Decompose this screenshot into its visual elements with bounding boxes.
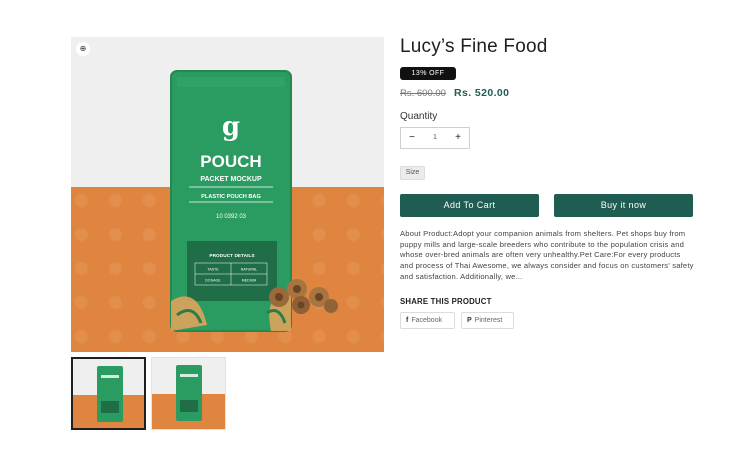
pouch-details-r2c2: MEDIUM xyxy=(242,279,257,283)
add-to-cart-button[interactable]: Add To Cart xyxy=(400,194,539,217)
thumbnail-strip xyxy=(71,357,226,430)
pouch-details-r1c1: TASTE xyxy=(207,268,219,272)
share-pinterest-button[interactable]: P Pinterest xyxy=(461,312,514,329)
sale-price: Rs. 520.00 xyxy=(454,87,510,99)
discount-badge: 13% OFF xyxy=(400,67,456,80)
quantity-stepper: − 1 + xyxy=(400,127,470,149)
quantity-decrease-button[interactable]: − xyxy=(401,128,423,148)
quantity-input[interactable]: 1 xyxy=(423,128,447,148)
pouch-code: 10 0392 03 xyxy=(216,214,247,220)
product-title: Lucy’s Fine Food xyxy=(400,36,548,57)
quantity-increase-button[interactable]: + xyxy=(447,128,469,148)
pinterest-icon: P xyxy=(467,317,472,324)
pouch-logo: g xyxy=(222,112,240,142)
thumbnail-pouch xyxy=(96,365,124,423)
pouch-line-3: PLASTIC POUCH BAG xyxy=(201,194,261,200)
thumbnail-2[interactable] xyxy=(151,357,226,430)
share-facebook-label: Facebook xyxy=(411,317,443,324)
pouch-line-1: POUCH xyxy=(200,152,261,171)
size-option[interactable]: Size xyxy=(400,166,425,180)
pouch-details-r1c2: NATURAL xyxy=(241,268,258,272)
main-product-image[interactable]: ⊕ g POUCH PACKET MOCKUP PLASTIC POUCH BA… xyxy=(71,37,384,352)
thumbnail-pouch xyxy=(175,364,203,422)
original-price: Rs. 600.00 xyxy=(400,88,446,99)
thumbnail-1[interactable] xyxy=(71,357,146,430)
pouch-details-title: PRODUCT DETAILS xyxy=(209,253,255,259)
pouch-details-r2c1: DOSAGE xyxy=(205,279,221,283)
treats-illustration xyxy=(269,279,338,314)
quantity-label: Quantity xyxy=(400,111,438,122)
buy-now-button[interactable]: Buy it now xyxy=(554,194,693,217)
product-description: About Product:Adopt your companion anima… xyxy=(400,229,694,281)
share-pinterest-label: Pinterest xyxy=(474,317,503,324)
share-title: SHARE THIS PRODUCT xyxy=(400,297,492,306)
share-facebook-button[interactable]: f Facebook xyxy=(400,312,455,329)
pouch-line-2: PACKET MOCKUP xyxy=(200,176,262,183)
zoom-icon[interactable]: ⊕ xyxy=(76,42,90,56)
facebook-icon: f xyxy=(406,317,409,324)
